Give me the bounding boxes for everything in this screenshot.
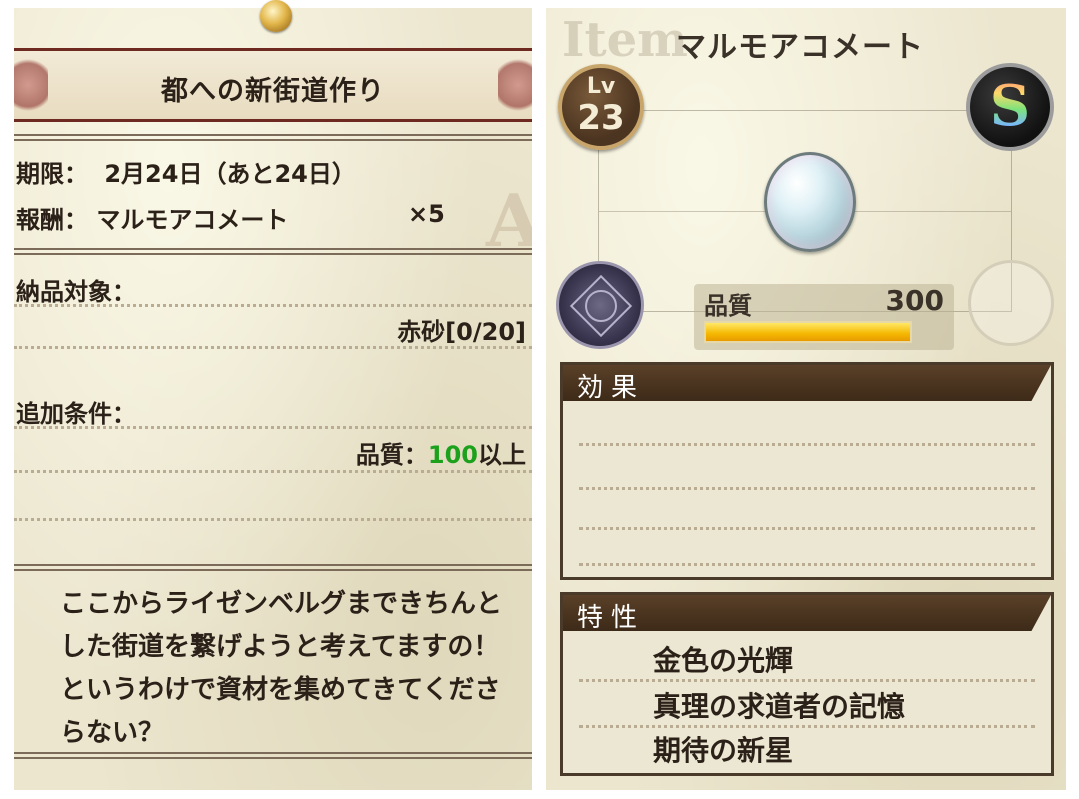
gold-pin-icon bbox=[260, 0, 292, 32]
item-watermark: Item bbox=[562, 12, 688, 68]
item-name: マルモアコメート bbox=[676, 30, 924, 65]
quest-title-bar: 都への新街道作り bbox=[14, 48, 532, 122]
trait-item: 金色の光輝 bbox=[653, 644, 794, 677]
condition-suffix: 以上 bbox=[478, 441, 526, 469]
effects-header: 効果 bbox=[563, 365, 1051, 401]
deadline-label: 期限： bbox=[16, 160, 88, 188]
quality-value: 300 bbox=[885, 284, 944, 317]
reward-row: 報酬： マルモアコメート bbox=[16, 200, 288, 235]
effects-section: 効果 bbox=[560, 362, 1054, 580]
traits-header-label: 特性 bbox=[577, 603, 646, 633]
dotted-rule bbox=[14, 426, 532, 429]
quality-panel: 品質 300 bbox=[694, 284, 954, 350]
quality-condition: 品質：100以上 bbox=[356, 435, 526, 470]
level-label: Lv bbox=[586, 74, 616, 99]
dotted-rule bbox=[579, 725, 1035, 728]
quality-bar-fill bbox=[706, 323, 910, 341]
condition-prefix: 品質： bbox=[355, 441, 428, 469]
level-badge: Lv 23 bbox=[558, 64, 644, 150]
effects-header-label: 効果 bbox=[577, 373, 646, 403]
reward-qty: ×5 bbox=[408, 200, 445, 228]
dotted-rule bbox=[579, 527, 1035, 530]
dotted-rule bbox=[579, 563, 1035, 566]
rank-value: S bbox=[970, 73, 1050, 139]
quality-label: 品質 bbox=[704, 292, 752, 320]
reward-item: マルモアコメート bbox=[96, 206, 289, 234]
item-card: Item マルモアコメート Lv 23 S 品質 300 効果 特性 金色の光輝… bbox=[546, 8, 1066, 790]
traits-section: 特性 金色の光輝 真理の求道者の記憶 期待の新星 bbox=[560, 592, 1054, 776]
extra-condition-label: 追加条件： bbox=[16, 400, 136, 428]
rank-badge: S bbox=[966, 63, 1054, 151]
divider bbox=[14, 248, 532, 255]
trait-item: 期待の新星 bbox=[653, 734, 794, 767]
trait-item: 真理の求道者の記憶 bbox=[653, 690, 906, 723]
magic-seal-icon[interactable] bbox=[556, 261, 644, 349]
quest-card: 都への新街道作り 期限： 2月24日（あと24日） A 報酬： マルモアコメート… bbox=[14, 8, 532, 790]
level-value: 23 bbox=[577, 98, 625, 138]
dotted-rule bbox=[579, 487, 1035, 490]
delivery-item: 赤砂[0/20] bbox=[397, 318, 526, 346]
reward-label: 報酬： bbox=[16, 206, 88, 234]
dotted-rule bbox=[14, 518, 532, 521]
quest-description: ここからライゼンベルグまできちんとした街道を繋げようと考えてますの！というわけで… bbox=[60, 589, 503, 748]
delivery-label: 納品対象： bbox=[16, 278, 136, 306]
quest-title: 都への新街道作り bbox=[161, 76, 385, 107]
dotted-rule bbox=[579, 443, 1035, 446]
divider bbox=[14, 134, 532, 141]
dotted-rule bbox=[14, 346, 532, 349]
empty-slot-icon[interactable] bbox=[968, 260, 1054, 346]
dotted-rule bbox=[14, 304, 532, 307]
divider bbox=[14, 752, 532, 759]
condition-value: 100 bbox=[427, 441, 478, 469]
opal-gem-icon bbox=[764, 152, 856, 252]
traits-header: 特性 bbox=[563, 595, 1051, 631]
deadline-value: 2月24日（あと24日） bbox=[104, 160, 356, 188]
deadline-row: 期限： 2月24日（あと24日） bbox=[16, 154, 356, 189]
divider bbox=[14, 564, 532, 571]
dotted-rule bbox=[14, 470, 532, 473]
quality-bar bbox=[704, 321, 912, 343]
dotted-rule bbox=[579, 679, 1035, 682]
